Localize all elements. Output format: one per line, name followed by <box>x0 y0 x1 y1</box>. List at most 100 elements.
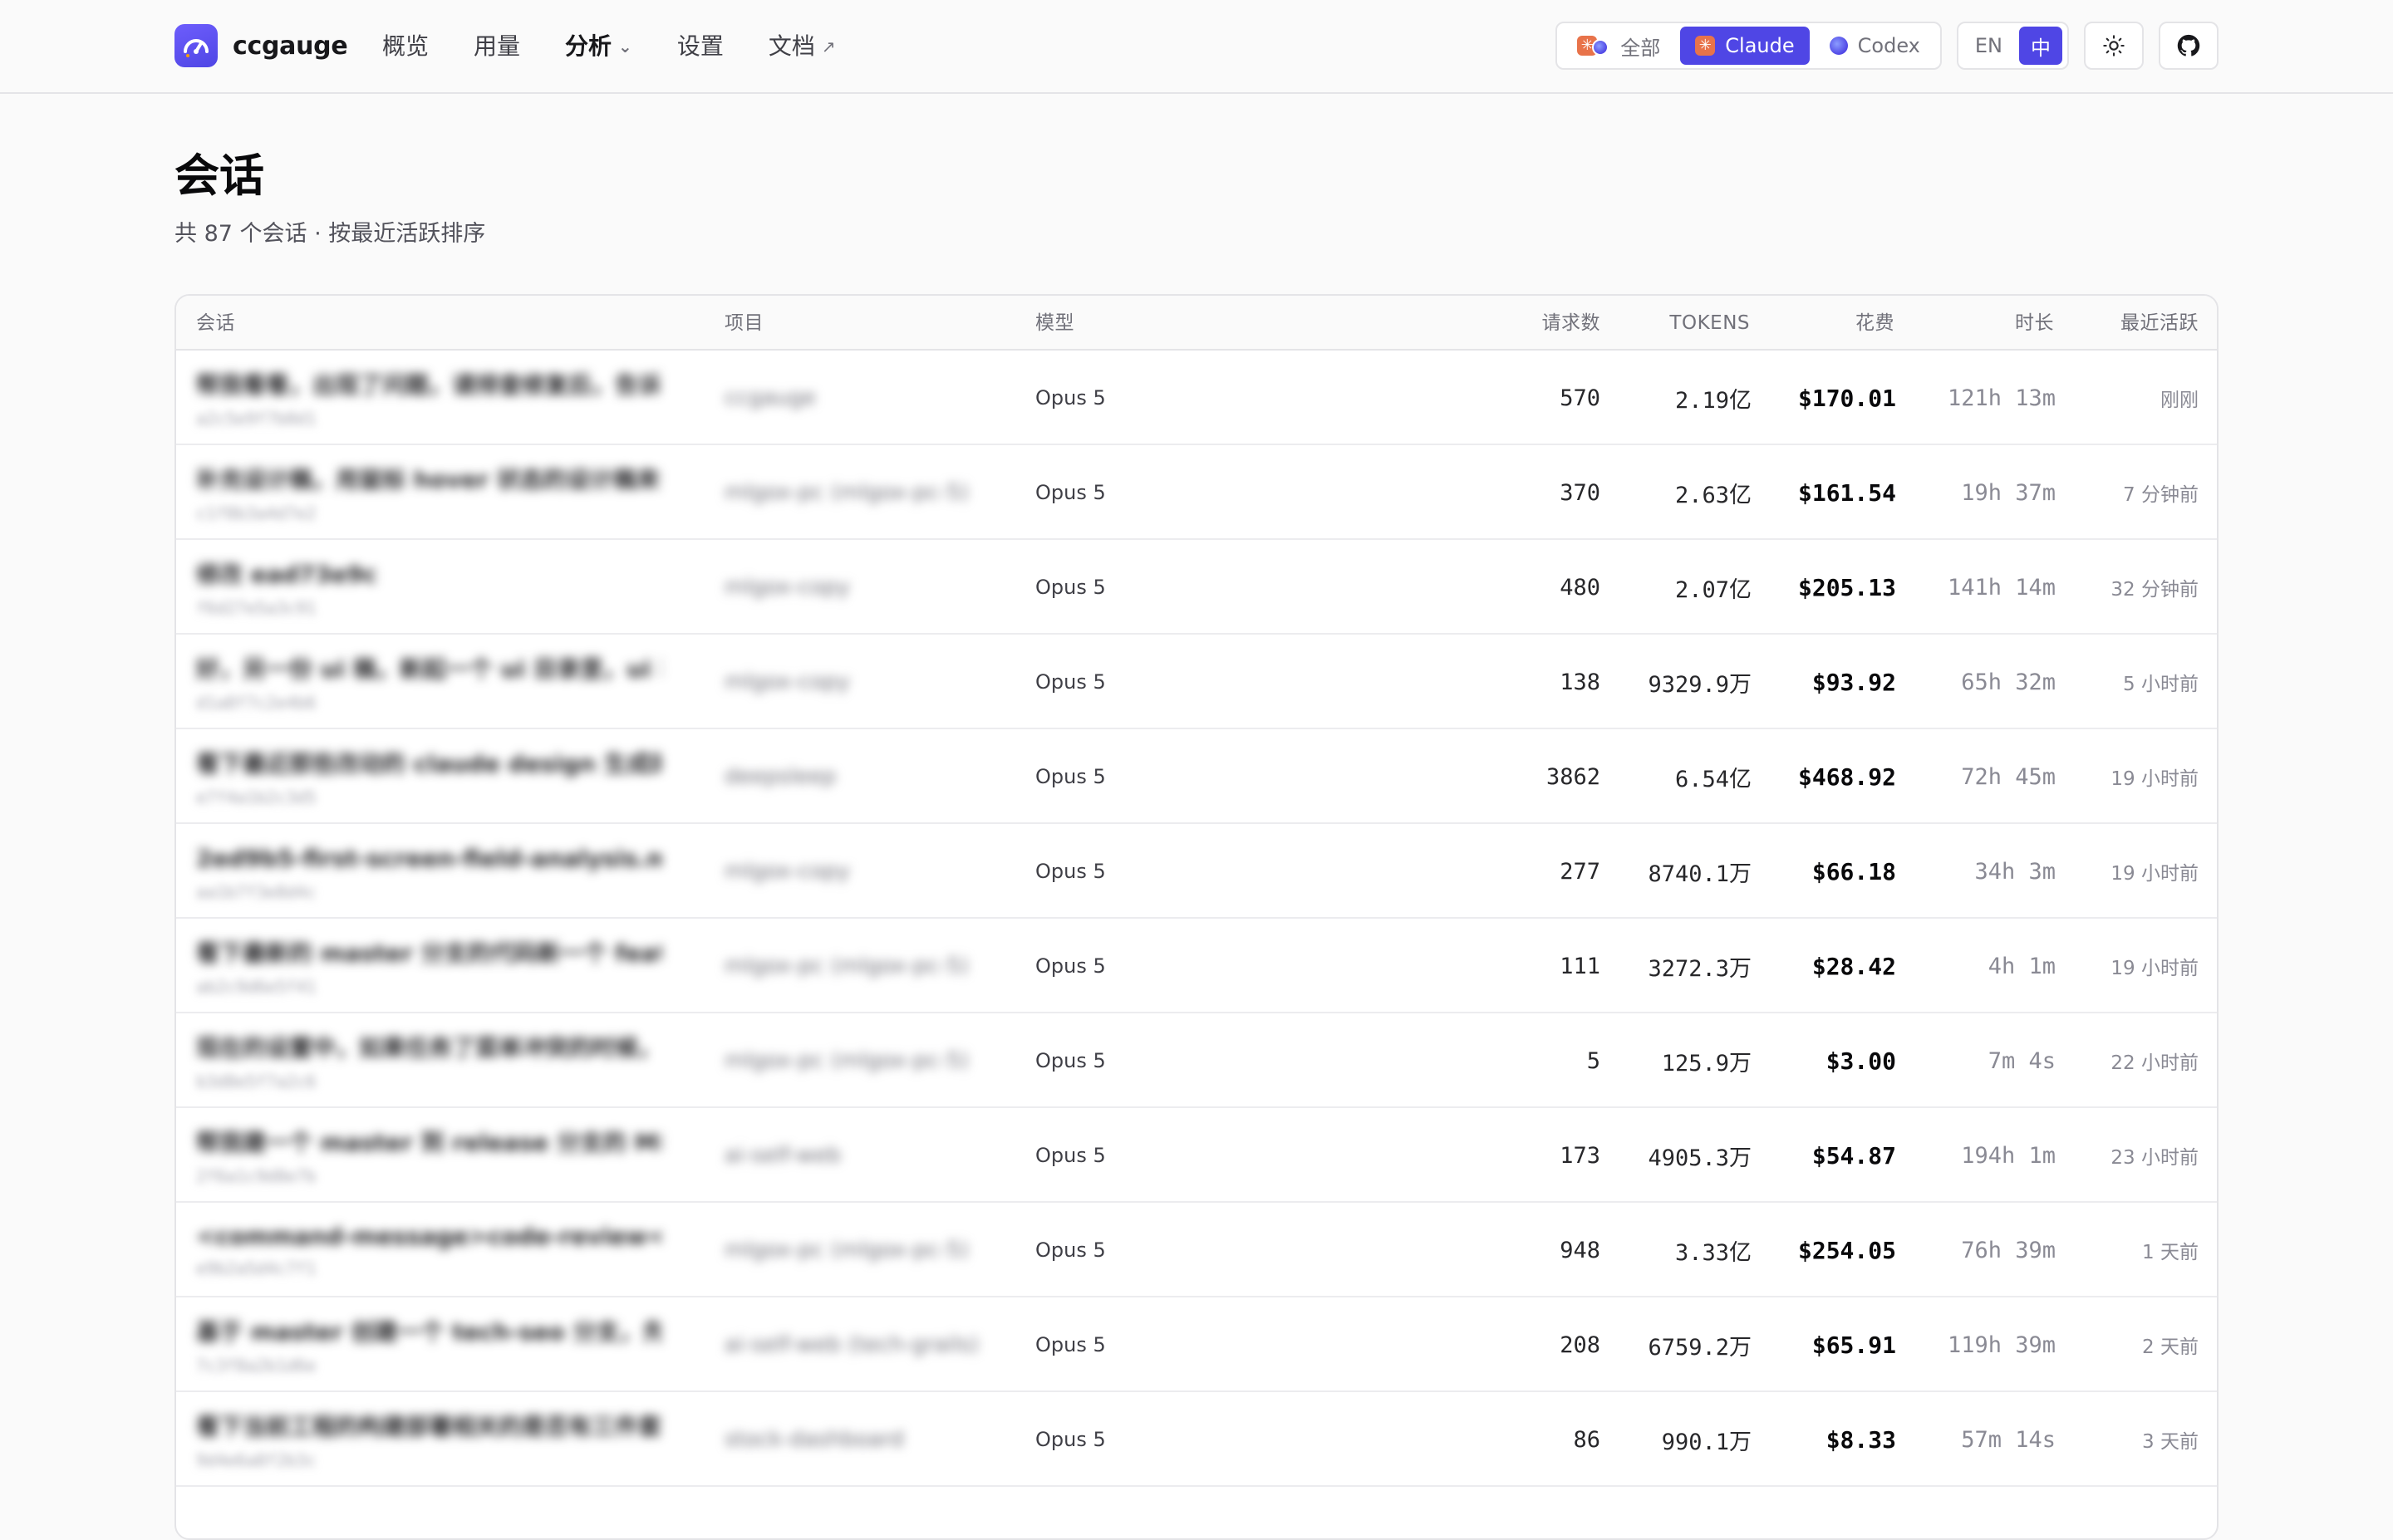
session-title: 看下最新的 master 分支的代码新一个 feature <box>196 939 661 967</box>
session-cell[interactable]: 看下当前工程的构建部署相关的是否有三件套 9d4e6a8f2b3c <box>196 1392 695 1487</box>
session-title: 补充设计稿，用鼠标 hover 状态的设计稿来说明 <box>196 466 661 493</box>
column-header-tokens[interactable]: TOKENS <box>1669 296 1750 351</box>
session-cell[interactable]: 修改 ead73e9c f6d27e5a3c91 <box>196 540 695 635</box>
column-header-model[interactable]: 模型 <box>1035 296 1074 351</box>
column-header-last-active[interactable]: 最近活跃 <box>2120 296 2199 351</box>
model-cell: Opus 5 <box>1035 670 1106 694</box>
session-title: 基于 master 创建一个 tech-seo 分支，先去检查 <box>196 1318 661 1346</box>
project-name: ccgauge <box>725 385 817 410</box>
gauge-logo-icon[interactable] <box>174 24 218 67</box>
tokens-cell: 9329.9万 <box>1648 671 1752 698</box>
project-name: stock-dashboard <box>725 1427 904 1452</box>
session-cell[interactable]: 2ed9b5-first-screen-field-analysis.md 第一… <box>196 824 695 919</box>
tokens-cell: 8740.1万 <box>1648 861 1752 887</box>
project-name: mlgox-pc (mlgox-pc-5) <box>725 954 969 978</box>
session-id: 9d4e6a8f2b3c <box>196 1450 317 1470</box>
last-active-cell: 23 小时前 <box>2110 1147 2199 1169</box>
model-cell: Opus 5 <box>1035 1333 1106 1356</box>
provider-codex-button[interactable]: Codex <box>1815 27 1935 65</box>
requests-cell: 5 <box>1586 1047 1600 1074</box>
model-cell: Opus 5 <box>1035 481 1106 504</box>
table-row[interactable]: 帮我建一个 master 到 release 分支的 MR 2f6a1c9d8e… <box>176 1108 2217 1203</box>
table-row[interactable]: 2ed9b5-first-screen-field-analysis.md 第一… <box>176 824 2217 919</box>
duration-cell: 57m 14s <box>1961 1426 2056 1453</box>
provider-claude-button[interactable]: ✳ Claude <box>1680 27 1810 65</box>
nav-item-usage[interactable]: 用量 <box>474 28 520 65</box>
table-row[interactable]: 补充设计稿，用鼠标 hover 状态的设计稿来说明 c1f8b3a4d7e2 m… <box>176 445 2217 540</box>
cost-cell: $65.91 <box>1811 1331 1896 1359</box>
table-row[interactable]: 看下当前工程的构建部署相关的是否有三件套 9d4e6a8f2b3c stock-… <box>176 1392 2217 1487</box>
nav-item-overview[interactable]: 概览 <box>382 28 429 65</box>
requests-cell: 370 <box>1560 479 1600 506</box>
last-active-cell: 2 天前 <box>2142 1336 2199 1358</box>
tokens-cell: 990.1万 <box>1661 1429 1752 1455</box>
table-row[interactable]: 基于 master 创建一个 tech-seo 分支，先去检查 7c3f8a2b… <box>176 1297 2217 1392</box>
session-cell[interactable]: 看下最近那些改动的 claude design 生成的页面 e7f4a1b2c3… <box>196 729 695 824</box>
tokens-cell: 2.63亿 <box>1674 482 1752 508</box>
column-header-cost[interactable]: 花费 <box>1855 296 1894 351</box>
last-active-cell: 22 小时前 <box>2110 1052 2199 1074</box>
provider-all-button[interactable]: ✳ 全部 <box>1562 27 1675 65</box>
model-cell: Opus 5 <box>1035 860 1106 883</box>
session-id: a2c5e9f7b0d1 <box>196 409 317 429</box>
column-header-duration[interactable]: 时长 <box>2015 296 2054 351</box>
session-cell[interactable]: 帮我建一个 master 到 release 分支的 MR 2f6a1c9d8e… <box>196 1108 695 1203</box>
claude-icon: ✳ <box>1695 36 1716 56</box>
table-row[interactable]: 修改 ead73e9c f6d27e5a3c91 mlgox-copy Opus… <box>176 540 2217 635</box>
session-cell[interactable]: 基于 master 创建一个 tech-seo 分支，先去检查 7c3f8a2b… <box>196 1297 695 1392</box>
table-row[interactable]: <command-message>code-review</command-me… <box>176 1203 2217 1297</box>
cost-cell: $54.87 <box>1811 1141 1896 1170</box>
language-en-button[interactable]: EN <box>1963 27 2014 65</box>
duration-cell: 141h 14m <box>1947 574 2056 601</box>
project-name: mlgox-copy <box>725 859 851 884</box>
project-cell: mlgox-pc (mlgox-pc-5) <box>725 1203 1007 1297</box>
tokens-cell: 3272.3万 <box>1648 955 1752 982</box>
column-header-requests[interactable]: 请求数 <box>1542 296 1601 351</box>
project-name: mlgox-pc (mlgox-pc-5) <box>725 480 969 505</box>
nav-item-analysis[interactable]: 分析 ⌄ <box>565 28 632 65</box>
project-cell: mlgox-copy <box>725 540 1007 635</box>
brand-name[interactable]: ccgauge <box>233 30 348 63</box>
tokens-cell: 4905.3万 <box>1648 1145 1752 1171</box>
github-link-button[interactable] <box>2159 22 2219 70</box>
project-cell: deepsleep <box>725 729 1007 824</box>
top-nav-bar: ccgauge 概览 用量 分析 ⌄ 设置 文档 ↗ ✳ 全部 ✳ Claude… <box>0 0 2393 94</box>
table-row[interactable]: 看下最近那些改动的 claude design 生成的页面 e7f4a1b2c3… <box>176 729 2217 824</box>
language-zh-button[interactable]: 中 <box>2019 27 2062 65</box>
last-active-cell: 19 小时前 <box>2110 768 2199 790</box>
project-cell: ai-self-web (tech-grails) <box>725 1297 1007 1392</box>
table-row[interactable]: 现在的设置中，如果任务了菜单冲突的时候，请检查 b3d8e5f7a2c6 mlg… <box>176 1013 2217 1108</box>
sessions-table: 会话 项目 模型 请求数 TOKENS 花费 时长 最近活跃 帮我看看，出现了问… <box>174 294 2219 1540</box>
nav-item-docs[interactable]: 文档 ↗ <box>769 28 836 65</box>
session-cell[interactable]: 帮我看看，出现了问题，请排查修复后，告诉我 a2c5e9f7b0d1 <box>196 351 695 445</box>
theme-toggle-button[interactable] <box>2084 22 2144 70</box>
nav-item-settings[interactable]: 设置 <box>677 28 724 65</box>
table-row[interactable]: 看下最新的 master 分支的代码新一个 feature ab2c9d6e5f… <box>176 919 2217 1013</box>
provider-claude-label: Claude <box>1725 34 1795 57</box>
session-cell[interactable]: 看下最新的 master 分支的代码新一个 feature ab2c9d6e5f… <box>196 919 695 1013</box>
cost-cell: $161.54 <box>1797 478 1896 507</box>
session-cell[interactable]: 好，另一份 ui 稿，新起一个 ui 目录里，ui 稿 d1a8f7c2e4b6 <box>196 635 695 729</box>
page-title: 会话 <box>174 150 264 202</box>
tokens-cell: 2.19亿 <box>1674 387 1752 414</box>
last-active-cell: 19 小时前 <box>2110 863 2199 885</box>
provider-codex-label: Codex <box>1857 34 1920 57</box>
duration-cell: 119h 39m <box>1947 1332 2056 1358</box>
session-cell[interactable]: 补充设计稿，用鼠标 hover 状态的设计稿来说明 c1f8b3a4d7e2 <box>196 445 695 540</box>
duration-cell: 19h 37m <box>1961 479 2056 506</box>
session-title: 现在的设置中，如果任务了菜单冲突的时候，请检查 <box>196 1034 661 1062</box>
session-title: 好，另一份 ui 稿，新起一个 ui 目录里，ui 稿 <box>196 655 661 683</box>
session-cell[interactable]: 现在的设置中，如果任务了菜单冲突的时候，请检查 b3d8e5f7a2c6 <box>196 1013 695 1108</box>
column-header-project[interactable]: 项目 <box>725 296 764 351</box>
session-id: c1f8b3a4d7e2 <box>196 503 317 523</box>
model-cell: Opus 5 <box>1035 765 1106 788</box>
table-row[interactable]: 帮我看看，出现了问题，请排查修复后，告诉我 a2c5e9f7b0d1 ccgau… <box>176 351 2217 445</box>
table-row[interactable]: 好，另一份 ui 稿，新起一个 ui 目录里，ui 稿 d1a8f7c2e4b6… <box>176 635 2217 729</box>
provider-all-label: 全部 <box>1620 36 1661 60</box>
session-cell[interactable]: <command-message>code-review</command-me… <box>196 1203 695 1297</box>
codex-icon <box>1829 37 1848 55</box>
model-cell: Opus 5 <box>1035 386 1106 410</box>
header-controls: ✳ 全部 ✳ Claude Codex EN 中 <box>1555 22 2219 70</box>
column-header-session[interactable]: 会话 <box>196 296 235 351</box>
sun-icon <box>2103 35 2125 56</box>
